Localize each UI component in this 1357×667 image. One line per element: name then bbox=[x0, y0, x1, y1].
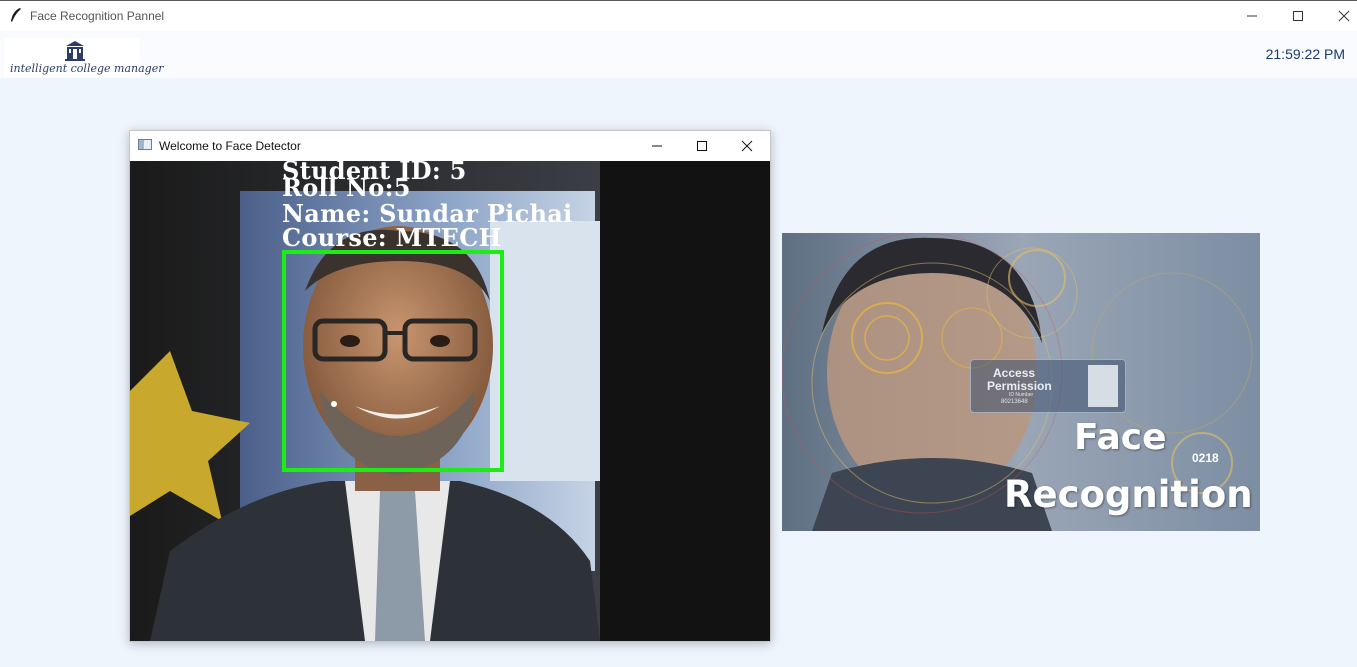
face-detection-box bbox=[282, 250, 504, 472]
course-label: Course: MTECH bbox=[282, 223, 502, 252]
face-detector-title-bar: Welcome to Face Detector bbox=[130, 131, 770, 161]
face-detector-window: Welcome to Face Detector Student ID: 5 R… bbox=[129, 130, 771, 642]
maximize-icon bbox=[1293, 11, 1303, 21]
close-icon bbox=[741, 140, 753, 152]
fd-maximize-button[interactable] bbox=[679, 131, 725, 161]
feather-icon bbox=[9, 7, 23, 23]
id-photo bbox=[1088, 365, 1118, 407]
window-app-icon bbox=[138, 139, 152, 150]
id-number-label: ID Number bbox=[1009, 392, 1034, 398]
window-title: Face Recognition Pannel bbox=[30, 9, 165, 23]
banner-title-line2: Recognition bbox=[1004, 473, 1253, 516]
logo-text: intelligent college manager bbox=[10, 62, 164, 75]
fd-close-button[interactable] bbox=[724, 131, 770, 161]
fd-minimize-button[interactable] bbox=[634, 131, 680, 161]
close-icon bbox=[1338, 10, 1350, 22]
banner-title-line1: Face bbox=[1074, 417, 1167, 458]
close-button[interactable] bbox=[1321, 1, 1357, 31]
minimize-button[interactable] bbox=[1229, 1, 1275, 31]
id-number-value: 80213648 bbox=[1001, 399, 1028, 405]
main-title-bar: Face Recognition Pannel bbox=[0, 0, 1357, 31]
access-label: Access bbox=[993, 366, 1036, 380]
code-badge: 0218 bbox=[1192, 451, 1219, 465]
minimize-icon bbox=[652, 145, 662, 147]
permission-label: Permission bbox=[987, 379, 1052, 393]
header-bar bbox=[0, 31, 1357, 78]
face-detector-title: Welcome to Face Detector bbox=[159, 139, 301, 153]
camera-feed: Student ID: 5 Roll No:5 Name: Sundar Pic… bbox=[130, 161, 770, 641]
access-permission-card: Access Permission ID Number 80213648 bbox=[970, 359, 1126, 413]
minimize-icon bbox=[1247, 15, 1257, 17]
maximize-button[interactable] bbox=[1275, 1, 1321, 31]
logo: intelligent college manager bbox=[4, 38, 163, 78]
clock: 21:59:22 PM bbox=[1265, 46, 1345, 62]
face-recognition-banner: Access Permission ID Number 80213648 021… bbox=[782, 233, 1260, 531]
maximize-icon bbox=[697, 141, 707, 151]
roll-no-label: Roll No:5 bbox=[282, 173, 411, 202]
